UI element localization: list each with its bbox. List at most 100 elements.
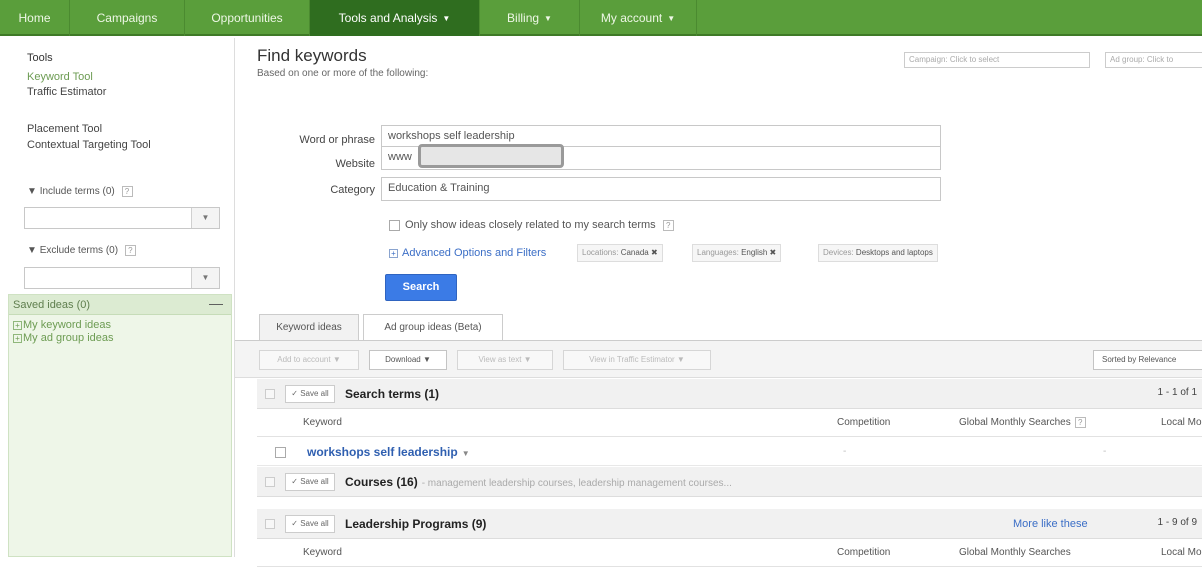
include-terms-label: Include terms (0): [39, 186, 115, 197]
search-button[interactable]: Search: [385, 274, 457, 301]
page-subtitle: Based on one or more of the following:: [257, 68, 429, 79]
save-all-button[interactable]: ✓ Save all: [285, 515, 335, 533]
website-label: Website: [335, 158, 375, 170]
download-button[interactable]: Download ▼: [369, 350, 447, 370]
advanced-options-link[interactable]: + Advanced Options and Filters: [389, 247, 546, 259]
filter-key: Devices:: [823, 248, 854, 257]
sidebar-item-traffic-estimator[interactable]: Traffic Estimator: [27, 86, 106, 98]
saved-ideas-panel: Saved ideas (0) — + My keyword ideas + My …: [8, 294, 232, 557]
column-header-competition[interactable]: Competition: [837, 417, 890, 428]
word-or-phrase-label: Word or phrase: [299, 134, 375, 146]
only-show-label: Only show ideas closely related to my se…: [405, 219, 674, 231]
nav-tab-label: Home: [18, 11, 51, 25]
nav-tab-billing[interactable]: Billing ▼: [480, 0, 580, 36]
filter-value: English ✖: [741, 248, 777, 257]
save-all-button[interactable]: ✓ Save all: [285, 473, 335, 491]
nav-tab-label: Tools and Analysis: [338, 11, 438, 25]
save-all-button[interactable]: ✓ Save all: [285, 385, 335, 403]
column-header-label: Global Monthly Searches: [959, 417, 1071, 428]
saved-item-keyword-ideas[interactable]: + My keyword ideas: [13, 319, 111, 331]
saved-item-label: My ad group ideas: [23, 332, 114, 344]
filter-chip-devices[interactable]: Devices: Desktops and laptops: [818, 244, 938, 262]
table-row: workshops self leadership ▼ - -: [257, 438, 1202, 466]
chevron-down-icon: ▼: [544, 14, 552, 23]
tools-heading: Tools: [27, 52, 53, 64]
only-show-checkbox[interactable]: [389, 220, 400, 231]
help-icon[interactable]: ?: [124, 245, 136, 256]
nav-tab-my-account[interactable]: My account ▼: [580, 0, 697, 36]
view-in-traffic-estimator-button[interactable]: View in Traffic Estimator ▼: [563, 350, 711, 370]
triangle-down-icon: ▼: [27, 186, 37, 197]
sidebar-item-contextual-targeting-tool[interactable]: Contextual Targeting Tool: [27, 139, 151, 151]
filter-chip-languages[interactable]: Languages: English ✖: [692, 244, 782, 262]
filter-chip-locations[interactable]: Locations: Canada ✖: [577, 244, 663, 262]
column-header-global-monthly-searches[interactable]: Global Monthly Searches: [959, 547, 1071, 558]
category-input[interactable]: Education & Training: [381, 177, 941, 201]
expand-icon: +: [13, 321, 22, 330]
campaign-selector[interactable]: Campaign: Click to select: [904, 52, 1090, 68]
more-like-these-link[interactable]: More like these: [1013, 518, 1088, 530]
exclude-terms-input[interactable]: ▼: [24, 267, 220, 289]
column-header-keyword[interactable]: Keyword: [303, 417, 342, 428]
pagination-count: 1 - 1 of 1: [1157, 387, 1197, 398]
triangle-down-icon: ▼: [27, 245, 37, 256]
chevron-down-icon: ▼: [442, 14, 451, 23]
collapse-icon[interactable]: —: [209, 295, 223, 311]
results-toolbar: Add to account ▼ Download ▼ View as text…: [235, 341, 1202, 378]
nav-tab-label: Opportunities: [211, 11, 283, 25]
tab-keyword-ideas[interactable]: Keyword ideas: [259, 314, 359, 341]
add-to-account-button[interactable]: Add to account ▼: [259, 350, 359, 370]
keyword-link[interactable]: workshops self leadership ▼: [307, 445, 470, 459]
row-checkbox[interactable]: [275, 447, 286, 458]
view-as-text-button[interactable]: View as text ▼: [457, 350, 553, 370]
column-header-local-monthly-searches[interactable]: Local Mont: [1161, 417, 1202, 428]
saved-ideas-title: Saved ideas (0): [13, 299, 91, 311]
column-header-local-monthly-searches[interactable]: Local Mont: [1161, 547, 1202, 558]
column-header-competition[interactable]: Competition: [837, 547, 890, 558]
group-keyword-preview: - management leadership courses, leaders…: [421, 478, 732, 489]
sort-dropdown[interactable]: Sorted by Relevance: [1093, 350, 1202, 370]
help-icon[interactable]: ?: [121, 186, 133, 197]
include-terms-input[interactable]: ▼: [24, 207, 220, 229]
group-row-courses: ✓ Save all Courses (16) - management lead…: [257, 467, 1202, 497]
nav-tab-tools-and-analysis[interactable]: Tools and Analysis ▼: [310, 0, 480, 36]
tab-ad-group-ideas[interactable]: Ad group ideas (Beta): [363, 314, 503, 341]
saved-ideas-header: Saved ideas (0) —: [9, 295, 231, 315]
exclude-terms-toggle[interactable]: ▼ Exclude terms (0) ?: [27, 245, 136, 256]
sidebar-item-placement-tool[interactable]: Placement Tool: [27, 123, 102, 135]
column-header-keyword[interactable]: Keyword: [303, 547, 342, 558]
category-label: Category: [330, 184, 375, 196]
filter-key: Languages:: [697, 248, 739, 257]
expand-icon: +: [389, 249, 398, 258]
global-searches-value: -: [1103, 446, 1107, 457]
sidebar-item-keyword-tool[interactable]: Keyword Tool: [27, 71, 93, 83]
column-header-global-monthly-searches[interactable]: Global Monthly Searches?: [959, 417, 1086, 428]
pagination-count: 1 - 9 of 9: [1157, 517, 1197, 528]
nav-tab-label: My account: [600, 11, 663, 25]
help-icon[interactable]: ?: [1074, 417, 1086, 428]
filter-key: Locations:: [582, 248, 619, 257]
top-navigation: Home Campaigns Opportunities Tools and A…: [0, 0, 1202, 36]
group-checkbox[interactable]: [265, 477, 275, 487]
nav-tab-home[interactable]: Home: [0, 0, 70, 36]
expand-icon: +: [13, 334, 22, 343]
redacted-website-box: [418, 144, 564, 168]
group-row-search-terms: ✓ Save all Search terms (1) 1 - 1 of 1: [257, 379, 1202, 409]
nav-tab-opportunities[interactable]: Opportunities: [185, 0, 310, 36]
include-terms-toggle[interactable]: ▼ Include terms (0) ?: [27, 186, 133, 197]
group-title: Search terms (1): [345, 387, 440, 401]
group-checkbox[interactable]: [265, 519, 275, 529]
saved-item-label: My keyword ideas: [23, 319, 112, 331]
dropdown-arrow-icon[interactable]: ▼: [191, 268, 219, 288]
group-checkbox[interactable]: [265, 389, 275, 399]
nav-tab-label: Campaigns: [96, 11, 158, 25]
adgroup-selector[interactable]: Ad group: Click to: [1105, 52, 1202, 68]
help-icon[interactable]: ?: [662, 220, 674, 231]
saved-item-ad-group-ideas[interactable]: + My ad group ideas: [13, 332, 114, 344]
competition-value: -: [843, 446, 847, 457]
dropdown-arrow-icon[interactable]: ▼: [191, 208, 219, 228]
group-title: Leadership Programs (9): [345, 517, 487, 531]
filter-value: Canada ✖: [620, 248, 658, 257]
nav-tab-campaigns[interactable]: Campaigns: [70, 0, 185, 36]
sidebar: Tools Keyword Tool Traffic Estimator Pla…: [0, 38, 234, 557]
